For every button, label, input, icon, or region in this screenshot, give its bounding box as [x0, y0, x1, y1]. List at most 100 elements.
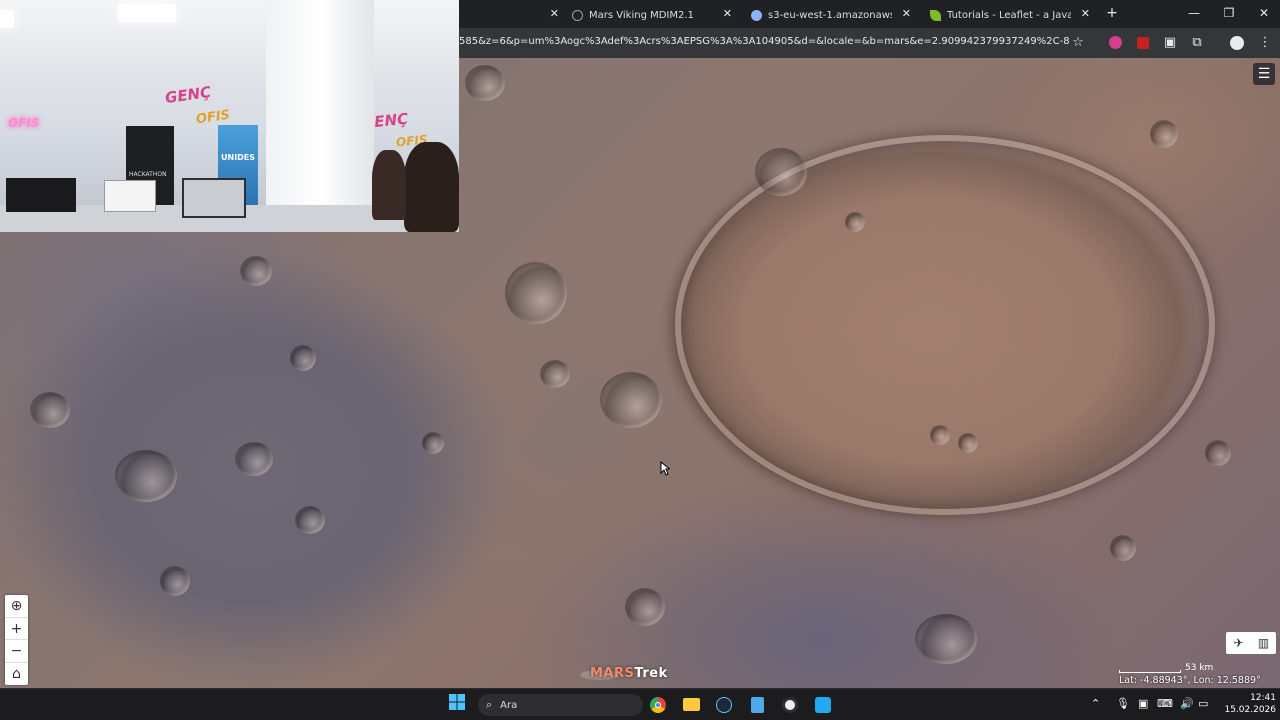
tab-leaflet[interactable]: Tutorials - Leaflet - a JavaScript ✕ — [930, 4, 1090, 26]
maximize-button[interactable]: ❐ — [1219, 4, 1239, 22]
ceiling-lamp — [118, 4, 176, 22]
close-icon[interactable]: ✕ — [723, 7, 732, 20]
chair — [6, 178, 76, 212]
map-crater — [958, 433, 978, 453]
map-crater — [160, 566, 190, 596]
map-crater — [240, 256, 272, 286]
banner-text: UNIDES — [221, 153, 256, 162]
home-icon[interactable]: ⌂ — [5, 663, 28, 686]
wifi-icon[interactable]: ◠ — [1162, 697, 1172, 710]
url-field[interactable]: 585&z=6&p=um%3Aogc%3Adef%3Acrs%3AEPSG%3A… — [459, 36, 1069, 47]
map-tools: ✈ ▥ — [1226, 632, 1276, 654]
extension-icon[interactable]: ▣ — [1161, 34, 1179, 52]
cursor-coordinates: Lat: -4.88943°, Lon: 12.5889° — [1119, 675, 1261, 686]
map-crater — [235, 442, 273, 476]
monitor — [104, 180, 156, 212]
windows-start-icon[interactable] — [446, 694, 468, 716]
poster-text: HACKATHON — [129, 171, 167, 178]
map-crater — [625, 588, 665, 626]
globe-icon — [572, 9, 583, 21]
map-crater — [845, 212, 865, 232]
map-crater — [1150, 120, 1178, 148]
close-icon[interactable]: ✕ — [550, 7, 559, 20]
desktop: HACKATHON UNIDES GENÇ OFIS GENÇ OFIS OFI… — [0, 0, 1280, 720]
minimize-button[interactable]: — — [1184, 4, 1204, 22]
map-crater — [290, 345, 316, 371]
tab-mars-viking[interactable]: Mars Viking MDIM2.1 ✕ — [572, 4, 732, 26]
obs-icon[interactable] — [779, 694, 801, 716]
map-crater — [30, 392, 70, 428]
large-crater-rim — [675, 135, 1215, 515]
address-bar: 585&z=6&p=um%3Aogc%3Adef%3Acrs%3AEPSG%3A… — [459, 28, 1280, 58]
extension-icon[interactable] — [1134, 34, 1152, 52]
menu-icon[interactable]: ☰ — [1253, 63, 1275, 85]
ceiling — [0, 0, 459, 80]
map-crater — [915, 614, 977, 664]
close-icon[interactable]: ✕ — [1081, 7, 1090, 20]
globe-icon — [751, 9, 762, 21]
microphone-icon[interactable]: 🎙 — [1116, 697, 1130, 710]
laptop — [182, 178, 246, 218]
mouse-cursor-icon — [660, 461, 670, 476]
bookmark-star-icon[interactable]: ☆ — [1069, 34, 1087, 52]
leaf-icon — [930, 9, 941, 21]
map-crater — [422, 432, 444, 454]
close-icon[interactable]: ✕ — [902, 7, 911, 20]
vscode-icon[interactable] — [812, 694, 834, 716]
profile-avatar-icon[interactable] — [1228, 34, 1246, 52]
clock-date: 15.02.2026 — [1224, 705, 1276, 715]
volume-icon[interactable]: 🔊 — [1180, 697, 1194, 710]
scale-line — [1119, 670, 1181, 673]
scale-label: 53 km — [1185, 663, 1214, 673]
tab-previous-close[interactable]: ✕ — [541, 4, 559, 26]
puzzle-icon[interactable]: ⧉ — [1188, 34, 1206, 52]
chrome-icon[interactable] — [647, 694, 669, 716]
search-placeholder: Ara — [500, 699, 518, 711]
globe-icon[interactable]: ⊕ — [5, 595, 28, 618]
tab-title: s3-eu-west-1.amazonaws.com/ — [768, 9, 892, 21]
map-crater — [1110, 535, 1136, 561]
map-zoom-control: ⊕ + − ⌂ — [5, 595, 28, 685]
genc-ofis-sign: GENÇ — [164, 83, 212, 107]
map-crater — [930, 425, 950, 445]
tray-chevron-icon[interactable]: ⌃ — [1091, 697, 1100, 710]
tab-title: Mars Viking MDIM2.1 — [589, 9, 694, 21]
map-crater — [755, 148, 807, 196]
neon-word: OFIS — [8, 116, 40, 130]
map-crater — [505, 262, 567, 324]
zoom-in-button[interactable]: + — [5, 618, 28, 640]
file-explorer-icon[interactable] — [680, 694, 702, 716]
extension-icon[interactable] — [1106, 34, 1124, 52]
brand-prefix: MARS — [590, 666, 635, 681]
map-crater — [540, 360, 570, 388]
tray-app-icon[interactable]: ▣ — [1138, 697, 1148, 710]
brand-suffix: Trek — [634, 666, 668, 681]
person — [404, 142, 459, 232]
browser-tab-strip: ✕ Mars Viking MDIM2.1 ✕ s3-eu-west-1.ama… — [459, 0, 1280, 28]
taskbar-search[interactable]: ⌕ Ara — [478, 694, 643, 716]
notepad-icon[interactable] — [746, 694, 768, 716]
battery-icon[interactable]: ▭ — [1198, 697, 1208, 710]
map-crater — [600, 372, 662, 428]
zoom-out-button[interactable]: − — [5, 640, 28, 663]
taskbar: ⌕ Ara ⌃ 🎙 ▣ ⌨ ◠ 🔊 ▭ 12:41 15.02.2026 — [0, 688, 1280, 720]
map-crater — [1205, 440, 1231, 466]
pillar — [266, 0, 374, 232]
map-layers-icon[interactable]: ▥ — [1251, 632, 1276, 654]
neon-sign: OFIS — [8, 116, 40, 130]
steam-icon[interactable] — [713, 694, 735, 716]
tab-title: Tutorials - Leaflet - a JavaScript — [947, 9, 1071, 21]
ceiling-lamp — [0, 10, 14, 28]
sign-word: GENÇ — [163, 82, 213, 108]
scale-bar: 53 km — [1119, 663, 1219, 674]
fly-icon[interactable]: ✈ — [1226, 632, 1251, 654]
new-tab-button[interactable]: + — [1102, 4, 1122, 22]
webcam-overlay: HACKATHON UNIDES GENÇ OFIS GENÇ OFIS OFI… — [0, 0, 459, 232]
system-clock[interactable]: 12:41 15.02.2026 — [1218, 692, 1276, 716]
kebab-menu-icon[interactable]: ⋮ — [1256, 34, 1274, 52]
search-icon: ⌕ — [486, 698, 493, 711]
marstrek-brand: MARSTrek — [590, 666, 668, 681]
clock-time: 12:41 — [1250, 693, 1276, 703]
tab-amazonaws[interactable]: s3-eu-west-1.amazonaws.com/ ✕ — [751, 4, 911, 26]
close-window-button[interactable]: ✕ — [1254, 4, 1274, 22]
